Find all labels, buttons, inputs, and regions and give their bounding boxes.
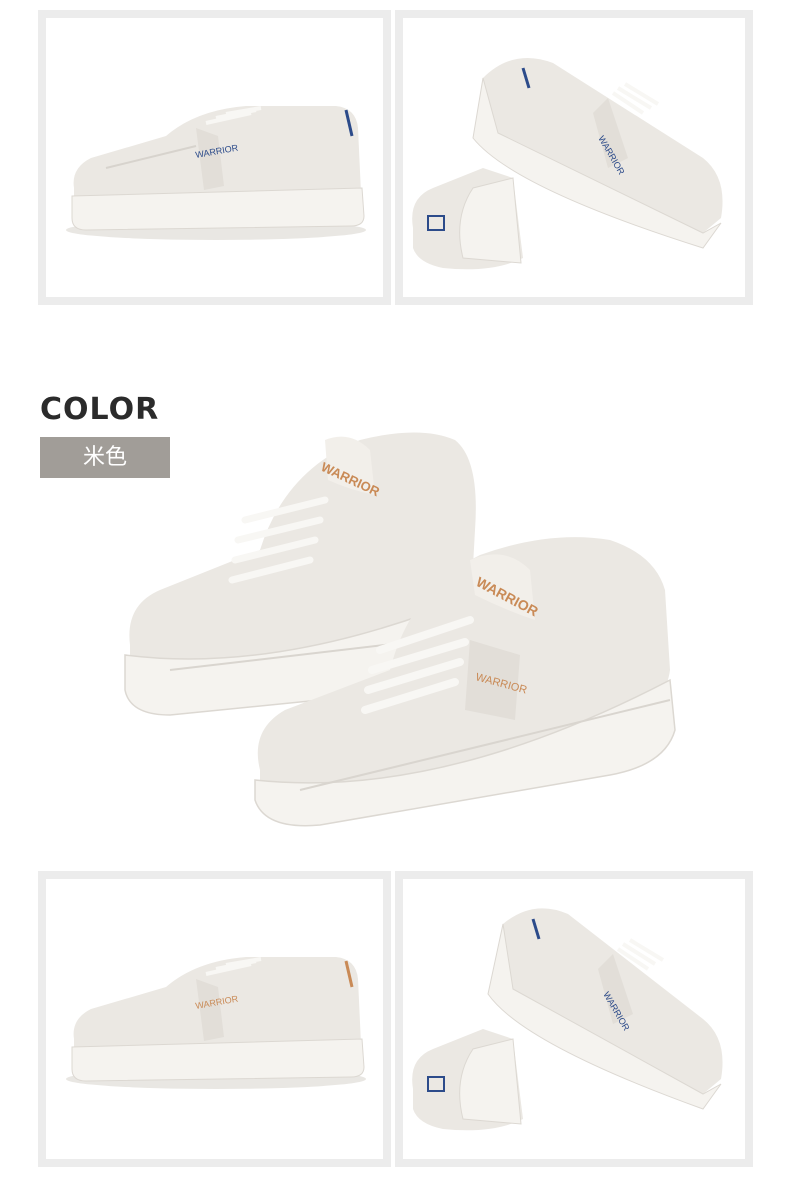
shoe-side-view-detail-image: WARRIOR: [46, 879, 383, 1159]
photo-panel-bottom-left: WARRIOR: [38, 871, 391, 1167]
photo-panel-top-right: WARRIOR: [395, 10, 753, 305]
photo-panel-bottom-right: WARRIOR: [395, 871, 753, 1167]
photo-panel-top-left: WARRIOR: [38, 10, 391, 305]
hero-shoe-pair-image: WARRIOR WARRIOR WARRIOR: [110, 380, 690, 840]
shoe-tilted-heel-view-image: WARRIOR: [403, 879, 745, 1159]
shoe-tilted-view-image: WARRIOR: [403, 18, 745, 297]
shoe-side-view-image: WARRIOR: [46, 18, 383, 297]
